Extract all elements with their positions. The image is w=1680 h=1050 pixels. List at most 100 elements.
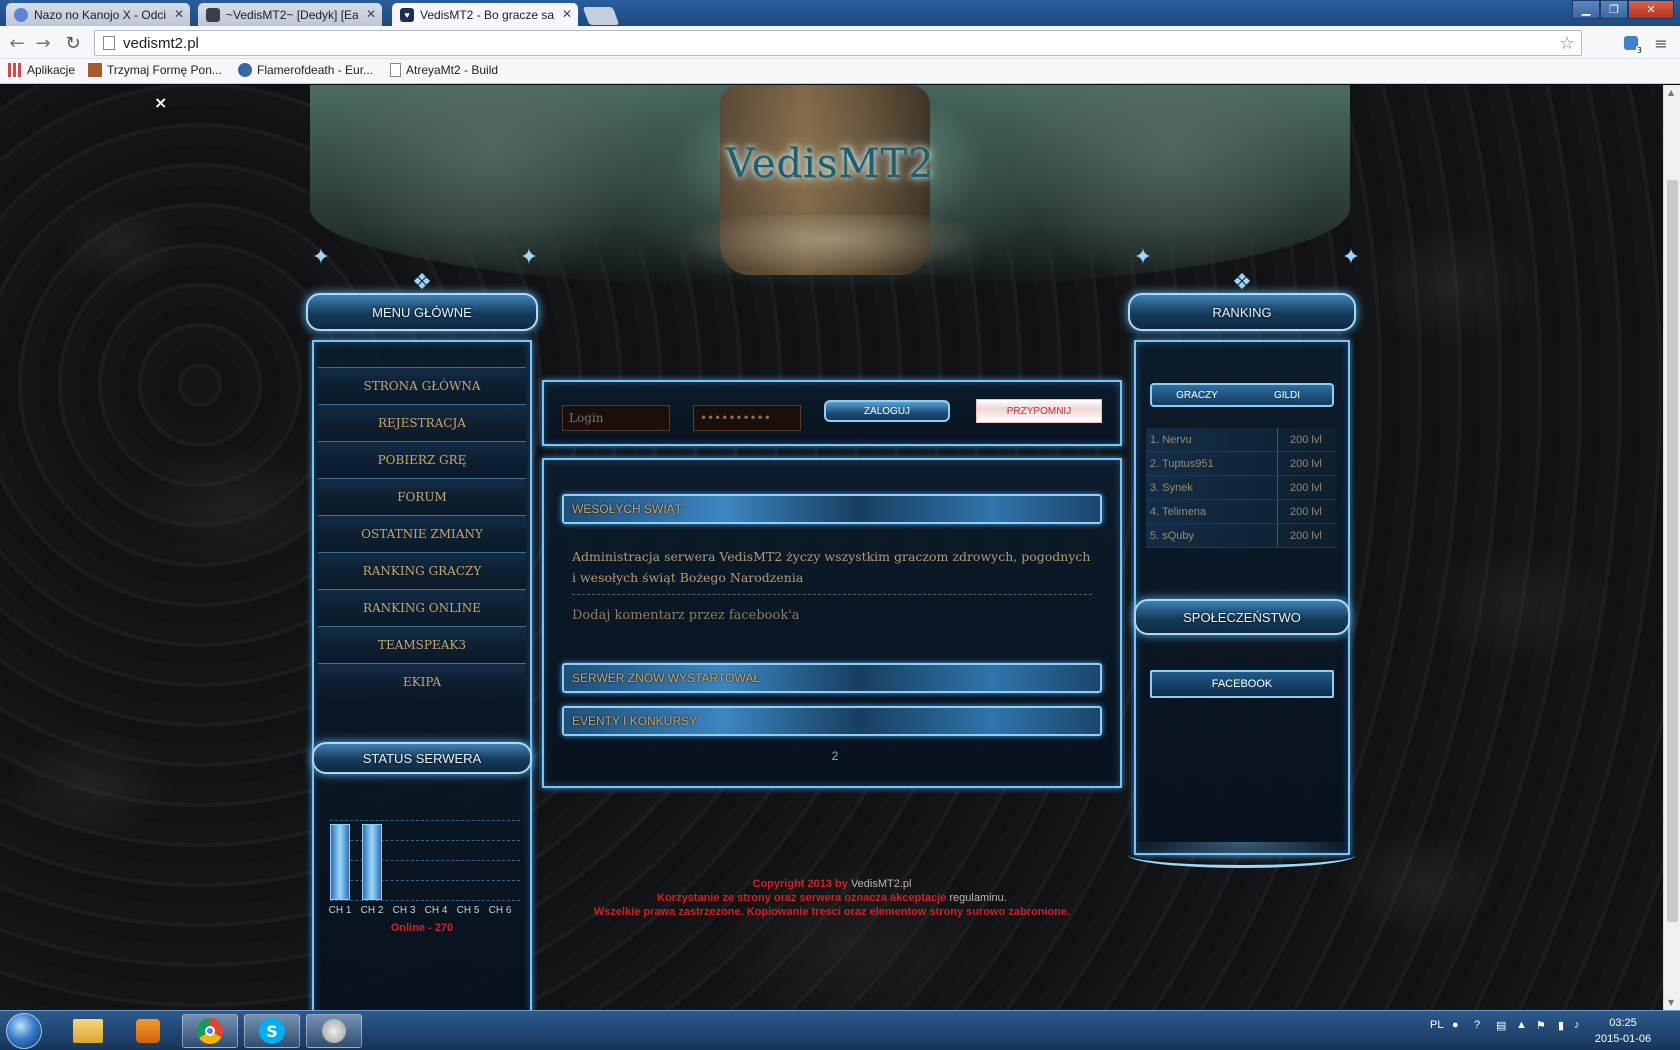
tab-close-icon[interactable]: ✕ <box>174 7 184 21</box>
menu-item-download[interactable]: POBIERZ GRĘ <box>318 441 526 478</box>
tab-guilds[interactable]: GILDI <box>1242 385 1332 405</box>
forward-arrow-icon[interactable]: → <box>32 32 54 54</box>
channel-load-bar <box>490 820 510 900</box>
new-tab-button[interactable] <box>582 7 620 25</box>
rank-player-name[interactable]: 5. sQuby <box>1146 524 1278 547</box>
close-icon[interactable]: × <box>154 93 167 112</box>
tab-players[interactable]: GRACZY <box>1152 385 1242 405</box>
tab-close-icon[interactable]: ✕ <box>366 7 376 21</box>
tab-close-icon[interactable]: ✕ <box>562 7 572 21</box>
tray-app-icon[interactable]: ▤ <box>1496 1019 1506 1032</box>
main-menu: STRONA GŁÓWNA REJESTRACJA POBIERZ GRĘ FO… <box>318 367 526 700</box>
menu-item-online-ranking[interactable]: RANKING ONLINE <box>318 589 526 626</box>
page-viewport: × VedisMT2 ✦ ✦ ❖ MENU GŁÓWNE STRONA GŁÓW… <box>0 85 1663 1010</box>
browser-tab[interactable]: ~VedisMT2~ [Dedyk] [Eas ✕ <box>198 3 382 26</box>
volume-icon[interactable]: ♪ <box>1574 1019 1580 1031</box>
footer-terms-link[interactable]: regulaminu. <box>949 892 1006 904</box>
menu-item-team[interactable]: EKIPA <box>318 663 526 700</box>
show-hidden-icons-icon[interactable]: ▲ <box>1516 1019 1527 1031</box>
skype-icon[interactable]: S <box>244 1014 300 1048</box>
address-bar[interactable]: vedismt2.pl ☆ <box>94 30 1582 56</box>
menu-item-teamspeak[interactable]: TEAMSPEAK3 <box>318 626 526 663</box>
channel-load-fill <box>330 824 350 900</box>
channel-label: CH 5 <box>456 905 480 916</box>
clock-date: 2015-01-06 <box>1594 1033 1652 1045</box>
start-button[interactable] <box>6 1013 42 1049</box>
bookmark-item[interactable]: Trzymaj Formę Pon... <box>88 63 222 77</box>
login-button[interactable]: ZALOGUJ <box>824 400 950 422</box>
skype-tray-icon[interactable]: ● <box>1452 1019 1459 1031</box>
menu-item-home[interactable]: STRONA GŁÓWNA <box>318 367 526 404</box>
status-title: STATUS SERWERA <box>312 742 532 774</box>
system-clock[interactable]: 03:25 2015-01-06 <box>1588 1015 1658 1047</box>
media-player-icon[interactable] <box>120 1014 176 1048</box>
address-url[interactable]: vedismt2.pl <box>123 35 199 52</box>
rank-player-name[interactable]: 1. Nervu <box>1146 428 1278 451</box>
language-indicator[interactable]: PL <box>1430 1019 1443 1031</box>
news-title[interactable]: WESOŁYCH ŚWIĄT <box>562 494 1102 524</box>
help-icon[interactable]: ? <box>1474 1019 1480 1031</box>
window-close-icon[interactable]: ✕ <box>1628 0 1674 19</box>
page-scrollbar[interactable]: ▲ ▼ <box>1663 85 1680 1010</box>
back-arrow-icon[interactable]: ← <box>6 32 28 54</box>
rank-player-name[interactable]: 4. Telimena <box>1146 500 1278 523</box>
menu-item-register[interactable]: REJESTRACJA <box>318 404 526 441</box>
maximize-icon[interactable]: ❐ <box>1600 0 1628 19</box>
extension-icon[interactable]: 3 <box>1622 34 1643 55</box>
ornament-icon: ✦ <box>519 245 539 270</box>
channel-status-chart <box>330 820 520 901</box>
ornament-icon: ✦ <box>311 245 331 270</box>
footer: Copyright 2013 by VedisMT2.pl Korzystani… <box>540 877 1124 919</box>
footer-site-link[interactable]: VedisMT2.pl <box>851 878 912 890</box>
bookmark-apps[interactable]: Aplikacje <box>8 63 75 77</box>
menu-item-forum[interactable]: FORUM <box>318 478 526 515</box>
rank-player-level: 200 lvl <box>1290 505 1322 518</box>
online-count: Online - 270 <box>390 922 454 934</box>
bookmark-item[interactable]: Flamerofdeath - Eur... <box>238 63 373 77</box>
facebook-button[interactable]: FACEBOOK <box>1150 670 1334 698</box>
tab-favicon-icon <box>14 7 28 22</box>
channel-label: CH 3 <box>392 905 416 916</box>
login-input[interactable] <box>562 405 670 431</box>
table-row: 3. Synek 200 lvl <box>1146 476 1336 500</box>
password-input[interactable] <box>693 405 801 431</box>
tab-title: ~VedisMT2~ [Dedyk] [Eas <box>226 7 358 22</box>
tab-title: VedisMT2 - Bo gracze sa d <box>420 8 554 22</box>
menu-item-player-ranking[interactable]: RANKING GRACZY <box>318 552 526 589</box>
minimize-icon[interactable]: ▁ <box>1572 0 1600 19</box>
rank-player-name[interactable]: 3. Synek <box>1146 476 1278 499</box>
reload-icon[interactable]: ↻ <box>62 32 84 54</box>
channel-load-bar <box>394 820 414 900</box>
menu-item-changes[interactable]: OSTATNIE ZMIANY <box>318 515 526 552</box>
bookmark-favicon-icon <box>88 63 102 77</box>
bookmark-item[interactable]: AtreyaMt2 - Build <box>390 63 498 77</box>
chrome-icon[interactable] <box>182 1014 238 1048</box>
scrollbar-thumb[interactable] <box>1667 180 1678 922</box>
extension-badge: 3 <box>1635 46 1643 55</box>
facebook-comment-link[interactable]: Dodaj komentarz przez facebook'a <box>572 608 800 623</box>
table-row: 2. Tuptus951 200 lvl <box>1146 452 1336 476</box>
explorer-icon[interactable] <box>60 1014 116 1048</box>
scroll-down-icon[interactable]: ▼ <box>1668 998 1674 1007</box>
table-row: 1. Nervu 200 lvl <box>1146 428 1336 452</box>
scroll-up-icon[interactable]: ▲ <box>1668 88 1674 97</box>
bookmark-label: Flamerofdeath - Eur... <box>257 63 374 77</box>
network-icon[interactable]: ▮ <box>1558 1019 1564 1032</box>
rank-player-name[interactable]: 2. Tuptus951 <box>1146 452 1278 475</box>
pagination-page[interactable]: 2 <box>820 749 850 763</box>
browser-tab-active[interactable]: ♥ VedisMT2 - Bo gracze sa d ✕ <box>392 3 578 27</box>
channel-label: CH 1 <box>328 905 352 916</box>
action-center-flag-icon[interactable]: ⚑ <box>1536 1019 1546 1032</box>
channel-load-bar <box>330 820 350 900</box>
menu-hamburger-icon[interactable]: ≡ <box>1652 34 1670 53</box>
window-controls: ▁ ❐ ✕ <box>1572 0 1674 19</box>
remind-password-button[interactable]: PRZYPOMNIJ <box>976 399 1102 423</box>
browser-tab[interactable]: Nazo no Kanojo X - Odcin ✕ <box>6 3 190 26</box>
menu-title: MENU GŁÓWNE <box>306 293 538 331</box>
news-title[interactable]: EVENTY I KONKURSY <box>562 706 1102 736</box>
news-title[interactable]: SERWER ZNÓW WYSTARTOWAŁ <box>562 663 1102 693</box>
bookmark-star-icon[interactable]: ☆ <box>1559 33 1575 54</box>
game-app-icon[interactable] <box>306 1014 362 1048</box>
header-city-art <box>680 215 980 275</box>
ranking-title: RANKING <box>1128 293 1356 331</box>
